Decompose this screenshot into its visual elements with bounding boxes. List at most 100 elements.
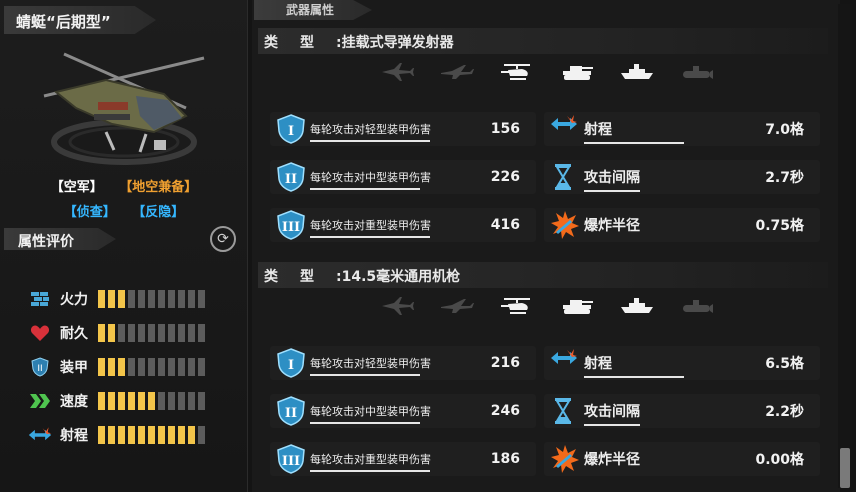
- armor-I-icon: I: [276, 114, 306, 144]
- tag-air-force: 【空军】: [50, 180, 103, 195]
- attribute-bar-segment: [198, 324, 205, 342]
- attribute-label: 装甲: [60, 360, 88, 376]
- attribute-bar-segment: [98, 392, 105, 410]
- weapon-panel: 武器属性 类型:挂载式导弹发射器 I 每轮攻击对轻型装甲伤害 156 射程 7.0格 II 每…: [252, 0, 840, 492]
- weapon-type-value: :14.5毫米通用机枪: [336, 269, 461, 285]
- svg-text:I: I: [288, 124, 294, 139]
- tag-air-ground: 【地空兼备】: [119, 180, 198, 195]
- armor-II-icon: II: [276, 162, 306, 192]
- explosion-icon: [550, 210, 580, 240]
- spec-label: 射程: [584, 353, 734, 378]
- attribute-bar: [98, 392, 205, 410]
- spec-underline: [584, 142, 684, 144]
- tag-recon: 【侦查】: [63, 205, 116, 220]
- attribute-bar-segment: [98, 358, 105, 376]
- attribute-bar-segment: [108, 392, 115, 410]
- attribute-row: II 装甲: [28, 356, 205, 378]
- attribute-bar-segment: [148, 290, 155, 308]
- spec-label: 攻击间隔: [584, 401, 734, 426]
- svg-text:II: II: [285, 406, 297, 421]
- attribute-bar-segment: [118, 290, 125, 308]
- attribute-bar-segment: [158, 426, 165, 444]
- attribute-bar-segment: [188, 290, 195, 308]
- attribute-row: 速度: [28, 390, 205, 412]
- attribute-bar-segment: [128, 324, 135, 342]
- weapon-type-value: :挂载式导弹发射器: [336, 35, 454, 51]
- spec-value: 7.0格: [765, 122, 804, 138]
- attribute-bar-segment: [188, 324, 195, 342]
- submarine-icon: [680, 296, 714, 320]
- damage-value: 226: [490, 169, 520, 185]
- tank-icon: [560, 296, 594, 320]
- attribute-row: 火力: [28, 288, 205, 310]
- armor-III-icon: III: [276, 444, 306, 474]
- attribute-label: 射程: [60, 428, 88, 444]
- attribute-bar-segment: [168, 290, 175, 308]
- armor-III-icon: III: [276, 210, 306, 240]
- attribute-bar-segment: [198, 426, 205, 444]
- spec-stat-card: 攻击间隔 2.7秒: [544, 160, 820, 194]
- attribute-bar-segment: [188, 426, 195, 444]
- range-arrows-icon: [28, 424, 52, 446]
- attribute-bar-segment: [118, 358, 125, 376]
- spec-label: 射程: [584, 119, 734, 144]
- damage-value: 156: [490, 121, 520, 137]
- attribute-bar-segment: [158, 324, 165, 342]
- helicopter-unit-image: [43, 52, 205, 165]
- range-arrows-icon: [550, 114, 580, 144]
- attribute-bar-segment: [108, 358, 115, 376]
- attribute-bar: [98, 426, 205, 444]
- attribute-bar-segment: [158, 392, 165, 410]
- armor-shield-icon: II: [28, 356, 52, 378]
- spec-label-text: 射程: [584, 122, 612, 138]
- weapon-section-title: 武器属性: [254, 0, 372, 20]
- unit-ability-tags: 【侦查】 【反隐】: [0, 201, 248, 220]
- fighter-jet-icon: [380, 62, 414, 86]
- attribute-bar-segment: [98, 324, 105, 342]
- spec-value: 0.00格: [755, 452, 804, 468]
- spec-label-text: 攻击间隔: [584, 170, 640, 186]
- spec-stat-card: 爆炸半径 0.75格: [544, 208, 820, 242]
- attribute-bar: [98, 290, 205, 308]
- damage-label-text: 每轮攻击对轻型装甲伤害: [310, 357, 431, 370]
- attribute-bar-segment: [168, 426, 175, 444]
- firepower-icon: [28, 288, 52, 310]
- bomber-jet-icon: [440, 62, 474, 86]
- svg-text:II: II: [285, 172, 297, 187]
- spec-underline: [584, 190, 640, 192]
- attribute-bar-segment: [108, 290, 115, 308]
- refresh-icon[interactable]: ⟳: [210, 226, 236, 252]
- explosion-icon: [550, 444, 580, 474]
- ship-icon: [620, 296, 654, 320]
- target-types-row: [380, 62, 720, 86]
- attribute-bar-segment: [178, 358, 185, 376]
- weapon-type-key: 类型: [264, 269, 336, 285]
- unit-name: 蜻蜓“后期型”: [4, 6, 156, 34]
- spec-stat-card: 攻击间隔 2.2秒: [544, 394, 820, 428]
- scrollbar-thumb[interactable]: [840, 448, 850, 488]
- target-types-row: [380, 296, 720, 320]
- damage-stat-card: II 每轮攻击对中型装甲伤害 226: [270, 160, 536, 194]
- weapon-type-row: 类型:14.5毫米通用机枪: [258, 262, 828, 288]
- damage-underline: [310, 236, 430, 238]
- damage-stat-card: I 每轮攻击对轻型装甲伤害 156: [270, 112, 536, 146]
- attribute-bar-segment: [138, 324, 145, 342]
- spec-label-text: 攻击间隔: [584, 404, 640, 420]
- attribute-bar-segment: [98, 290, 105, 308]
- attribute-bar-segment: [128, 426, 135, 444]
- spec-stat-card: 爆炸半径 0.00格: [544, 442, 820, 476]
- range-arrows-icon: [550, 348, 580, 378]
- attribute-bar-segment: [148, 426, 155, 444]
- attribute-bar-segment: [118, 324, 125, 342]
- attribute-row: 耐久: [28, 322, 205, 344]
- damage-label-text: 每轮攻击对重型装甲伤害: [310, 453, 431, 466]
- damage-stat-card: I 每轮攻击对轻型装甲伤害 216: [270, 346, 536, 380]
- svg-text:III: III: [282, 220, 300, 235]
- svg-text:III: III: [282, 454, 300, 469]
- attribute-bar-segment: [158, 358, 165, 376]
- damage-underline: [310, 470, 430, 472]
- damage-label: 每轮攻击对轻型装甲伤害: [310, 355, 480, 376]
- attribute-bar-segment: [128, 392, 135, 410]
- attribute-bar-segment: [168, 392, 175, 410]
- scrollbar-track[interactable]: [838, 4, 852, 488]
